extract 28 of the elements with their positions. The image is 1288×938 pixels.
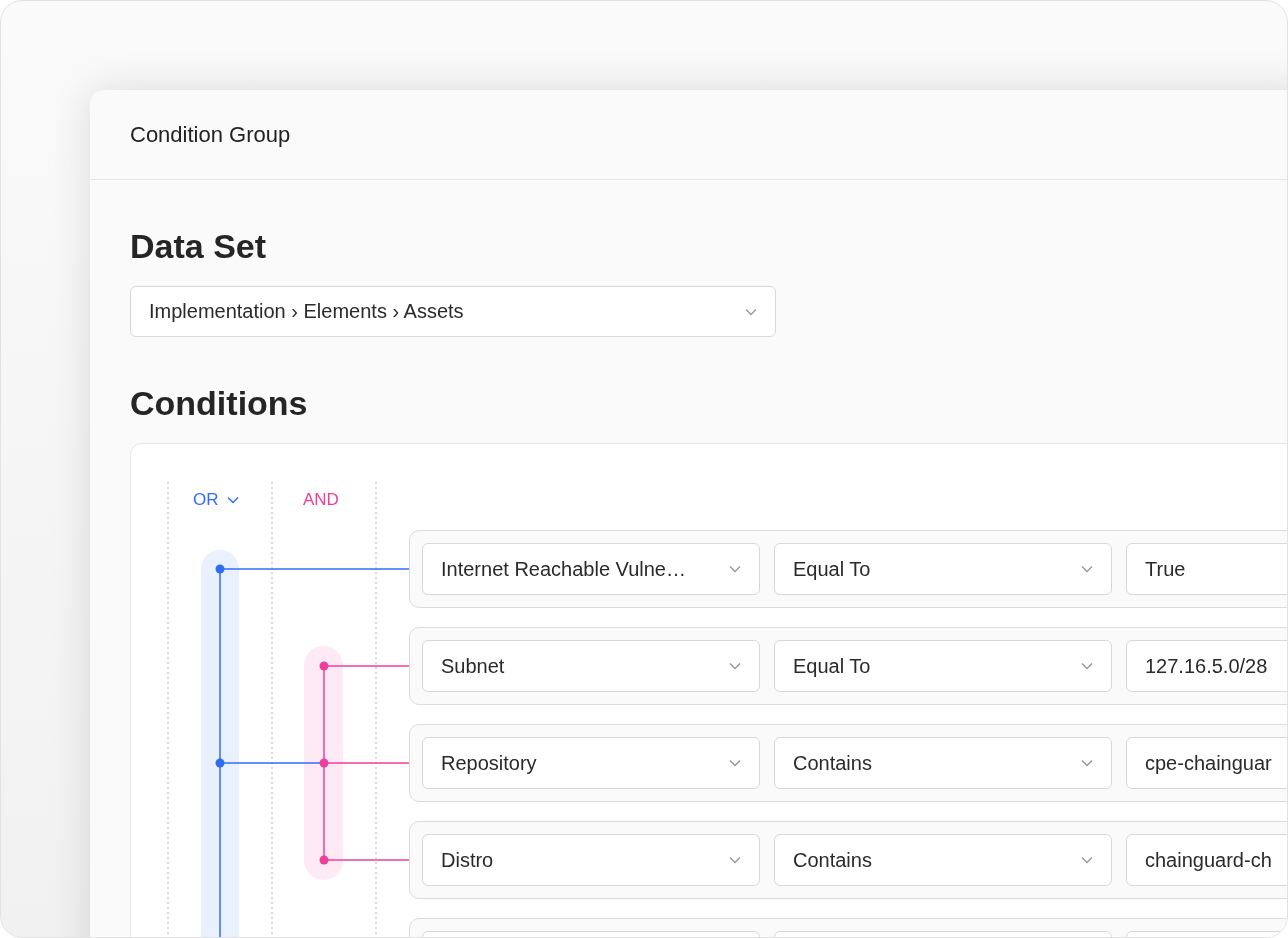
- chevron-down-icon: [745, 307, 757, 316]
- chevron-down-icon: [226, 496, 239, 504]
- chevron-down-icon: [1081, 759, 1093, 767]
- operator-dropdown[interactable]: Contains: [774, 737, 1112, 789]
- chevron-down-icon: [729, 856, 741, 864]
- section-heading: Conditions: [130, 383, 309, 423]
- chevron-down-icon: [1081, 856, 1093, 864]
- value-field[interactable]: cpe-chainguar: [1126, 737, 1287, 789]
- chevron-down-icon: [729, 565, 741, 573]
- value-field[interactable]: True: [1126, 543, 1287, 595]
- field-dropdown[interactable]: Internet Reachable Vulne…: [422, 543, 760, 595]
- chevron-down-icon: [1081, 662, 1093, 670]
- value-field[interactable]: 127.16.5.0/28: [1126, 640, 1287, 692]
- value-field[interactable]: chainguard-ch: [1126, 834, 1287, 886]
- section-heading: Data Set: [130, 226, 268, 266]
- dataset-dropdown[interactable]: Implementation › Elements › Assets: [130, 286, 776, 337]
- operator-dropdown[interactable]: Equal To: [774, 640, 1112, 692]
- operator-dropdown[interactable]: Equal To: [774, 543, 1112, 595]
- chevron-down-icon: [729, 662, 741, 670]
- chevron-down-icon: [729, 759, 741, 767]
- field-dropdown[interactable]: Distro: [422, 834, 760, 886]
- panel-title: Condition Group: [130, 121, 291, 148]
- operator-dropdown[interactable]: Contains: [774, 834, 1112, 886]
- chevron-down-icon: [1081, 565, 1093, 573]
- operator-label: AND: [303, 490, 339, 510]
- field-dropdown[interactable]: Subnet: [422, 640, 760, 692]
- field-dropdown[interactable]: Repository: [422, 737, 760, 789]
- operator-dropdown[interactable]: OR: [193, 490, 239, 510]
